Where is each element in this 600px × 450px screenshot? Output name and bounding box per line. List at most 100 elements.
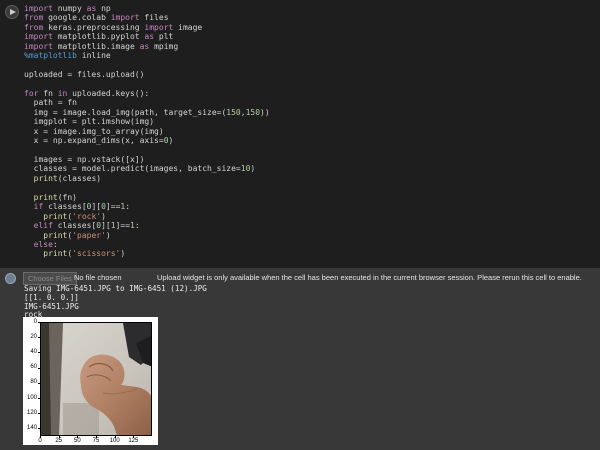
run-cell-button[interactable] (5, 5, 19, 19)
code-line: print('rock') (24, 212, 270, 221)
code-token: fn (38, 88, 58, 98)
code-line: x = np.expand_dims(x, axis=0) (24, 136, 270, 145)
code-token: keras.preprocessing (43, 22, 145, 32)
code-line: images = np.vstack([x]) (24, 155, 270, 164)
saving-output-line: Saving IMG-6451.JPG to IMG-6451 (12).JPG (24, 284, 207, 293)
code-line: if classes[0][0]==1: (24, 202, 270, 211)
code-token: print (33, 192, 58, 202)
code-token: 150 (245, 107, 261, 117)
classes-output-line: [[1. 0. 0.]] (24, 293, 79, 302)
code-cell[interactable]: import numpy as np from google.colab impo… (0, 0, 600, 268)
y-tick-mark (38, 322, 40, 323)
code-editor[interactable]: import numpy as np from google.colab impo… (24, 4, 270, 259)
code-token: ) (101, 211, 106, 221)
code-line: from google.colab import files (24, 13, 270, 22)
output-status-icon (5, 273, 16, 284)
code-line: from keras.preprocessing import image (24, 23, 270, 32)
code-token: from (24, 22, 44, 32)
code-line: import matplotlib.pyplot as plt (24, 32, 270, 41)
code-line: print('paper') (24, 231, 270, 240)
x-tick-mark (133, 436, 135, 438)
x-tick-mark (77, 436, 79, 438)
code-token: %matplotlib (24, 51, 77, 61)
image-frame (40, 322, 152, 436)
code-token: files (139, 13, 169, 23)
code-token: : (134, 221, 140, 231)
code-token: uploaded.keys(): (67, 88, 150, 98)
x-tick-label: 125 (128, 438, 139, 444)
code-token: in (57, 88, 68, 98)
y-tick-label: 20 (30, 333, 37, 340)
code-token: ][ (91, 202, 102, 212)
y-tick-mark (38, 398, 40, 399)
code-token: 'paper' (72, 230, 106, 240)
upload-widget-message: Upload widget is only available when the… (157, 273, 582, 282)
code-token: x = image.img_to_array(img) (24, 126, 164, 136)
code-line: imgplot = plt.imshow(img) (24, 117, 270, 126)
code-token: matplotlib.image (52, 41, 140, 51)
code-token: ][ (101, 221, 111, 231)
code-line: import matplotlib.image as mpimg (24, 42, 270, 51)
x-tick-label: 75 (92, 438, 100, 444)
code-token: classes[ (52, 221, 97, 231)
code-token: : (125, 202, 131, 212)
code-line: print('scissors') (24, 249, 270, 258)
code-line: print(fn) (24, 193, 270, 202)
code-token: 10 (240, 164, 251, 174)
code-token: image (173, 22, 203, 32)
y-tick-mark (38, 428, 40, 430)
no-file-chosen-label: No file chosen (74, 273, 122, 282)
y-tick-mark (38, 413, 40, 415)
code-token: path = fn (24, 98, 77, 108)
code-token: : (52, 239, 58, 249)
code-token: google.colab (43, 13, 111, 23)
code-line: import numpy as np (24, 4, 270, 13)
code-token: images = np.vstack([x]) (24, 155, 145, 164)
y-tick-label: 40 (30, 348, 37, 355)
y-tick-mark (38, 382, 40, 384)
code-token: as (86, 4, 97, 13)
code-line: img = image.load_img(path, target_size=(… (24, 108, 270, 117)
code-token: x = np.expand_dims(x, axis= (24, 136, 164, 146)
x-tick-mark (96, 436, 97, 438)
x-tick-mark (58, 436, 60, 438)
code-token: )) (260, 107, 270, 117)
y-tick-label: 140 (26, 424, 37, 431)
code-token: np (96, 4, 111, 13)
code-token: as (139, 41, 150, 51)
code-line: x = image.img_to_array(img) (24, 127, 270, 136)
code-token: mpimg (149, 41, 179, 51)
hand-rock-photo (41, 323, 151, 435)
code-token: 'scissors' (72, 249, 121, 259)
code-token: for (24, 88, 39, 98)
code-token: numpy (52, 4, 87, 13)
code-line: for fn in uploaded.keys(): (24, 89, 270, 98)
x-tick-label: 50 (73, 438, 81, 444)
y-tick-label: 100 (26, 394, 37, 401)
y-tick-label: 60 (30, 364, 37, 371)
code-token: plt (154, 32, 174, 42)
code-token: import (24, 32, 53, 42)
code-token: import (144, 22, 174, 32)
code-token: elif (33, 221, 53, 231)
code-token: (fn) (57, 192, 77, 202)
code-token: imgplot = plt.imshow(img) (24, 117, 155, 127)
code-token: import (110, 13, 140, 23)
code-token: else (33, 239, 53, 249)
x-tick-label: 100 (109, 438, 120, 444)
code-token: print (43, 230, 68, 240)
y-tick-label: 80 (30, 379, 37, 386)
code-token: if (33, 202, 44, 212)
x-tick-mark (40, 436, 41, 438)
code-token: import (24, 41, 53, 51)
